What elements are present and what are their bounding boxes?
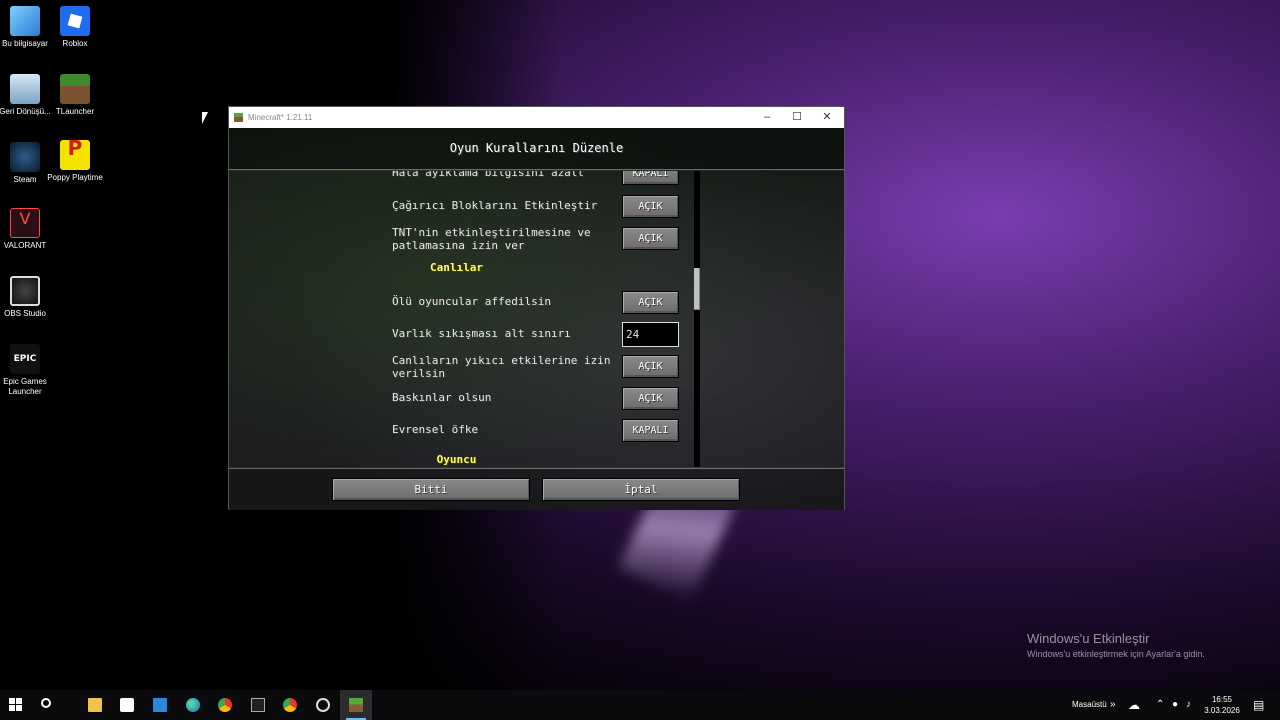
scrollbar-thumb[interactable] (694, 268, 700, 310)
activate-windows-watermark: Windows'u Etkinleştir Windows'u etkinleş… (1027, 631, 1205, 659)
scrollbar[interactable] (694, 171, 700, 467)
rule-label: Hata ayıklama bilgisini azalt (392, 171, 585, 179)
section-title-player: Oyuncu (436, 453, 477, 466)
show-hidden-icons-icon[interactable]: ⌃ (1156, 690, 1164, 720)
roblox-icon (60, 6, 90, 36)
screen-footer: Bitti İptal (229, 468, 844, 510)
desktop-icon-label: VALORANT (3, 241, 47, 250)
desktop-icon-label: Steam (13, 175, 37, 184)
done-button[interactable]: Bitti (332, 478, 530, 501)
rule-label: Varlık sıkışması alt sınırı (392, 327, 571, 340)
mouse-cursor-icon (202, 112, 208, 124)
file-explorer-icon (88, 698, 102, 712)
chrome-icon (218, 698, 232, 712)
notification-icon[interactable]: ▤ (1253, 690, 1264, 720)
chrome-icon (283, 698, 297, 712)
taskbar-chrome-2[interactable] (274, 690, 306, 720)
desktop-icon-label: OBS Studio (4, 309, 46, 318)
desktop-icon-recycle-bin[interactable]: Geri Dönüşü... (0, 74, 53, 117)
start-icon (9, 698, 23, 712)
rule-label: Canlıların yıkıcı etkilerine izin verils… (392, 354, 611, 380)
rule-toggle-button[interactable]: AÇIK (622, 227, 679, 250)
computer-icon (10, 6, 40, 36)
rule-toggle-button[interactable]: KAPALI (622, 419, 679, 442)
microphone-icon[interactable]: ● (1172, 690, 1178, 720)
edge-icon (186, 698, 200, 712)
maximize-button[interactable]: ☐ (782, 107, 812, 128)
rule-label: Baskınlar olsun (392, 391, 492, 404)
taskbar-chrome[interactable] (209, 690, 241, 720)
desktop-icon-roblox[interactable]: Roblox (47, 6, 103, 49)
minecraft-icon (349, 698, 363, 712)
rule-label: Evrensel öfke (392, 423, 479, 436)
desktop-toolbar-label[interactable]: Masaüstü (1072, 690, 1107, 720)
desktop-icon-poppy-playtime[interactable]: Poppy Playtime (47, 140, 103, 183)
desktop-icon-steam[interactable]: Steam (0, 142, 53, 185)
poppy-playtime-icon (60, 140, 90, 170)
rule-toggle-button[interactable]: AÇIK (622, 291, 679, 314)
game-rules-screen: Oyun Kurallarını Düzenle Hata ayıklama b… (229, 128, 844, 510)
steam-icon (10, 142, 40, 172)
cloud-icon[interactable]: ☁ (1128, 690, 1140, 720)
taskbar-clock[interactable]: 16:55 3.03.2026 (1200, 694, 1244, 716)
screen-title: Oyun Kurallarını Düzenle (229, 128, 844, 170)
window-titlebar[interactable]: Minecraft* 1.21.11 – ☐ ✕ (229, 107, 844, 128)
rule-toggle-button[interactable]: AÇIK (622, 387, 679, 410)
desktop-icon-label: Poppy Playtime (47, 173, 103, 182)
taskbar: Masaüstü » ☁ ⌃ ● ♪ 16:55 3.03.2026 ▤ (0, 690, 1280, 720)
minecraft-icon (234, 113, 243, 122)
taskbar-edge[interactable] (177, 690, 209, 720)
game-rules-list[interactable]: Hata ayıklama bilgisini azalt KAPALI Çağ… (229, 171, 844, 467)
desktop-icon-tlauncher[interactable]: TLauncher (47, 74, 103, 117)
desktop-icon-valorant[interactable]: VALORANT (0, 208, 53, 251)
store-icon (120, 698, 134, 712)
minimize-button[interactable]: – (752, 107, 782, 128)
search-icon (41, 698, 51, 708)
xbox-icon (316, 698, 330, 712)
tray-chevron-icon[interactable]: » (1110, 690, 1116, 720)
mail-icon (153, 698, 167, 712)
desktop-icon-label: Roblox (62, 39, 88, 48)
valorant-icon (10, 208, 40, 238)
clock-date: 3.03.2026 (1204, 706, 1240, 715)
minecraft-window: Minecraft* 1.21.11 – ☐ ✕ Oyun Kuralların… (228, 106, 845, 510)
rule-label: TNT'nin etkinleştirilmesine ve patlaması… (392, 226, 591, 252)
taskbar-xbox[interactable] (307, 690, 339, 720)
search-button[interactable] (32, 690, 64, 720)
rule-toggle-button[interactable]: AÇIK (622, 355, 679, 378)
rule-label: Ölü oyuncular affedilsin (392, 295, 551, 308)
taskbar-epic-games[interactable] (242, 690, 274, 720)
desktop-icon-label: Geri Dönüşü... (0, 107, 51, 116)
clock-time: 16:55 (1211, 695, 1233, 704)
volume-icon[interactable]: ♪ (1186, 690, 1191, 720)
tlauncher-icon (60, 74, 90, 104)
start-button[interactable] (0, 690, 32, 720)
epic-games-icon (251, 698, 265, 712)
desktop-icon-obs[interactable]: OBS Studio (0, 276, 53, 319)
desktop-icon-label: TLauncher (55, 107, 95, 116)
epic-games-icon: EPIC (10, 344, 40, 374)
desktop-icon-epic-games[interactable]: EPIC Epic Games Launcher (0, 344, 53, 397)
cancel-button[interactable]: İptal (542, 478, 740, 501)
desktop-icon-label: Bu bilgisayar (2, 39, 48, 48)
obs-icon (10, 276, 40, 306)
taskbar-file-explorer[interactable] (79, 690, 111, 720)
taskbar-minecraft[interactable] (340, 690, 372, 720)
watermark-subtitle: Windows'u etkinleştirmek için Ayarlar'a … (1027, 649, 1205, 659)
section-title-mobs: Canlılar (430, 261, 483, 274)
rule-toggle-button[interactable]: KAPALI (622, 171, 679, 185)
window-title: Minecraft* 1.21.11 (248, 113, 313, 122)
desktop-icon-this-pc[interactable]: Bu bilgisayar (0, 6, 53, 49)
rule-number-input[interactable]: 24 (622, 322, 679, 347)
rule-toggle-button[interactable]: AÇIK (622, 195, 679, 218)
rule-label: Çağırıcı Bloklarını Etkinleştir (392, 199, 598, 212)
taskbar-store[interactable] (111, 690, 143, 720)
desktop-icon-label: Epic Games Launcher (3, 377, 47, 396)
recycle-bin-icon (10, 74, 40, 104)
close-button[interactable]: ✕ (812, 107, 842, 128)
watermark-title: Windows'u Etkinleştir (1027, 631, 1150, 646)
taskbar-mail[interactable] (144, 690, 176, 720)
